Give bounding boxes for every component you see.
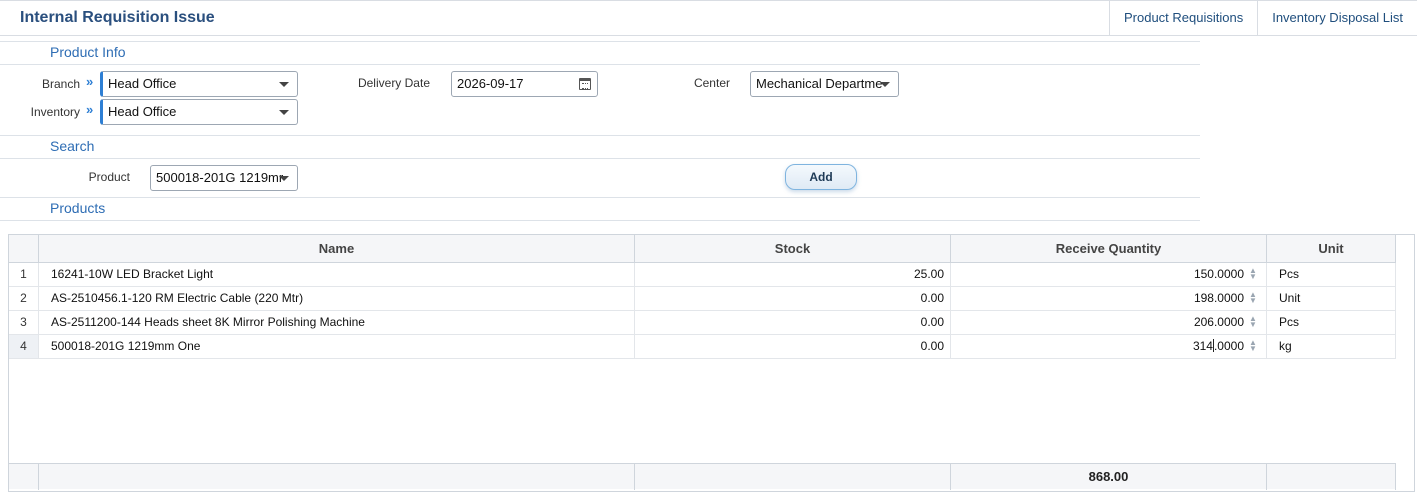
receive-quantity-input[interactable]: 314.0000 ▲ ▼ <box>951 335 1267 358</box>
column-header-stock[interactable]: Stock <box>635 235 951 263</box>
products-title: Products <box>50 200 106 216</box>
receive-quantity-cell[interactable]: 206.0000 ▲ ▼ <box>951 311 1267 334</box>
header-links: Product Requisitions Inventory Disposal … <box>1108 1 1417 35</box>
row-number-header <box>9 235 39 263</box>
row-number: 2 <box>9 287 39 310</box>
delivery-date-input[interactable]: 2026-09-17 <box>451 71 598 97</box>
receive-quantity-value-after-cursor: .0000 <box>1213 339 1244 353</box>
delivery-date-value: 2026-09-17 <box>457 76 524 91</box>
spinner-icon[interactable]: ▲ ▼ <box>1249 339 1257 353</box>
receive-quantity-value: 150.0000 <box>1193 267 1244 281</box>
column-header-name[interactable]: Name <box>39 235 635 263</box>
divider <box>0 158 1200 159</box>
unit-cell: Unit <box>1267 287 1396 310</box>
product-name-cell[interactable]: AS-2511200-144 Heads sheet 8K Mirror Pol… <box>39 311 635 334</box>
product-search-select[interactable]: 500018-201G 1219mr <box>150 165 298 191</box>
table-row[interactable]: 1 16241-10W LED Bracket Light 25.00 150.… <box>9 263 1396 287</box>
double-chevron-right-icon: » <box>86 74 94 89</box>
center-select-value: Mechanical Departme <box>756 76 883 91</box>
search-title: Search <box>50 138 95 154</box>
products-grid: Name Stock Receive Quantity Unit 1 16241… <box>8 234 1415 492</box>
center-select[interactable]: Mechanical Departme <box>750 71 899 97</box>
table-row[interactable]: 4 500018-201G 1219mm One 0.00 314.0000 ▲… <box>9 335 1396 359</box>
center-label: Center <box>693 76 730 90</box>
inventory-select[interactable]: Head Office <box>100 99 298 125</box>
divider <box>0 41 1200 42</box>
grid-footer: 868.00 <box>9 463 1396 490</box>
product-name-cell[interactable]: AS-2510456.1-120 RM Electric Cable (220 … <box>39 287 635 310</box>
footer-cell <box>1267 464 1396 490</box>
branch-select-value: Head Office <box>108 76 177 91</box>
divider <box>0 220 1200 221</box>
divider <box>0 135 1200 136</box>
footer-cell <box>635 464 951 490</box>
stock-cell: 0.00 <box>635 335 951 358</box>
caret-down-icon <box>279 176 289 181</box>
product-requisitions-link[interactable]: Product Requisitions <box>1108 1 1257 35</box>
product-label: Product <box>88 170 130 184</box>
receive-quantity-value: 206.0000 <box>1193 315 1244 329</box>
table-row[interactable]: 3 AS-2511200-144 Heads sheet 8K Mirror P… <box>9 311 1396 335</box>
inventory-label: Inventory <box>30 105 80 119</box>
spinner-icon[interactable]: ▲ ▼ <box>1249 267 1257 281</box>
stock-cell: 0.00 <box>635 287 951 310</box>
inventory-disposal-list-link[interactable]: Inventory Disposal List <box>1257 1 1417 35</box>
branch-label: Branch <box>41 77 80 91</box>
receive-quantity-value-before-cursor: 314 <box>1192 339 1213 353</box>
caret-down-icon <box>279 110 289 115</box>
receive-quantity-cell[interactable]: 198.0000 ▲ ▼ <box>951 287 1267 310</box>
unit-cell: kg <box>1267 335 1396 358</box>
branch-select[interactable]: Head Office <box>100 71 298 97</box>
row-number: 1 <box>9 263 39 286</box>
column-header-receive-quantity[interactable]: Receive Quantity <box>951 235 1267 263</box>
calendar-icon[interactable] <box>579 78 591 90</box>
product-info-title: Product Info <box>50 44 126 60</box>
unit-cell: Pcs <box>1267 263 1396 286</box>
stock-cell: 0.00 <box>635 311 951 334</box>
add-button[interactable]: Add <box>785 164 857 190</box>
table-row[interactable]: 2 AS-2510456.1-120 RM Electric Cable (22… <box>9 287 1396 311</box>
receive-quantity-cell[interactable]: 150.0000 ▲ ▼ <box>951 263 1267 286</box>
footer-cell <box>39 464 635 490</box>
divider <box>0 64 1200 65</box>
caret-down-icon <box>880 82 890 87</box>
unit-cell: Pcs <box>1267 311 1396 334</box>
stock-cell: 25.00 <box>635 263 951 286</box>
product-search-value: 500018-201G 1219mr <box>156 170 284 185</box>
top-bar: Internal Requisition Issue Product Requi… <box>0 0 1417 36</box>
inventory-select-value: Head Office <box>108 104 177 119</box>
page-title: Internal Requisition Issue <box>20 9 215 26</box>
row-number: 3 <box>9 311 39 334</box>
total-quantity: 868.00 <box>951 464 1267 490</box>
column-header-unit[interactable]: Unit <box>1267 235 1396 263</box>
row-number: 4 <box>9 335 39 358</box>
product-name-cell[interactable]: 16241-10W LED Bracket Light <box>39 263 635 286</box>
double-chevron-right-icon: » <box>86 102 94 117</box>
footer-cell <box>9 464 39 490</box>
spinner-icon[interactable]: ▲ ▼ <box>1249 315 1257 329</box>
grid-header: Name Stock Receive Quantity Unit <box>9 235 1396 263</box>
divider <box>0 197 1200 198</box>
delivery-date-label: Delivery Date <box>357 76 430 90</box>
caret-down-icon <box>279 82 289 87</box>
spinner-icon[interactable]: ▲ ▼ <box>1249 291 1257 305</box>
receive-quantity-value: 198.0000 <box>1193 291 1244 305</box>
product-name-cell[interactable]: 500018-201G 1219mm One <box>39 335 635 358</box>
